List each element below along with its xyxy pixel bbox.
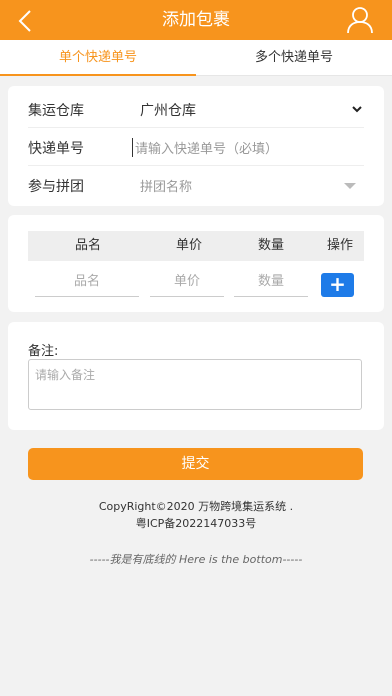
bottom-text: -----我是有底线的 Here is the bottom----- xyxy=(89,553,303,566)
note-card: 备注: 请输入备注 xyxy=(8,322,384,430)
warehouse-label: 集运仓库 xyxy=(28,103,84,119)
caret-down-icon[interactable] xyxy=(344,183,356,189)
note-textarea[interactable]: 请输入备注 xyxy=(28,359,362,410)
tab-multiple-tracking[interactable]: 多个快递单号 xyxy=(196,40,392,76)
submit-button[interactable]: 提交 xyxy=(28,448,363,480)
group-select[interactable]: 拼团名称 xyxy=(140,176,192,195)
tracking-row: 快递单号 请输入快递单号（必填） xyxy=(28,128,364,166)
chevron-down-icon[interactable] xyxy=(350,102,364,116)
header-quantity: 数量 xyxy=(257,238,284,253)
group-label: 参与拼团 xyxy=(28,179,84,195)
page-title: 添加包裹 xyxy=(162,10,230,30)
items-table-header: 品名 单价 数量 操作 xyxy=(28,231,364,261)
parcel-info-card: 集运仓库 广州仓库 快递单号 请输入快递单号（必填） 参与拼团 拼团名称 xyxy=(8,86,384,206)
app-header: 添加包裹 xyxy=(0,0,392,40)
header-action: 操作 xyxy=(326,238,353,253)
group-row[interactable]: 参与拼团 拼团名称 xyxy=(28,166,364,204)
item-name-input[interactable]: 品名 xyxy=(35,267,139,297)
header-price: 单价 xyxy=(175,238,202,253)
tab-single-tracking[interactable]: 单个快递单号 xyxy=(0,40,196,76)
tracking-label: 快递单号 xyxy=(28,141,84,157)
item-quantity-input[interactable]: 数量 xyxy=(234,267,308,297)
warehouse-row[interactable]: 集运仓库 广州仓库 xyxy=(28,90,364,128)
tab-bar: 单个快递单号 多个快递单号 xyxy=(0,40,392,76)
tracking-input[interactable]: 请输入快递单号（必填） xyxy=(132,138,278,157)
header-name: 品名 xyxy=(74,238,101,253)
note-label: 备注: xyxy=(28,344,59,359)
item-price-input[interactable]: 单价 xyxy=(150,267,224,297)
user-icon[interactable] xyxy=(346,6,374,34)
items-card: 品名 单价 数量 操作 品名 单价 数量 + xyxy=(8,215,384,312)
copyright-text: CopyRight©2020 万物跨境集运系统 . xyxy=(98,500,294,513)
warehouse-select[interactable]: 广州仓库 xyxy=(140,100,196,120)
icp-link[interactable]: 粤ICP备2022147033号 xyxy=(0,515,392,531)
add-item-button[interactable]: + xyxy=(321,273,354,297)
